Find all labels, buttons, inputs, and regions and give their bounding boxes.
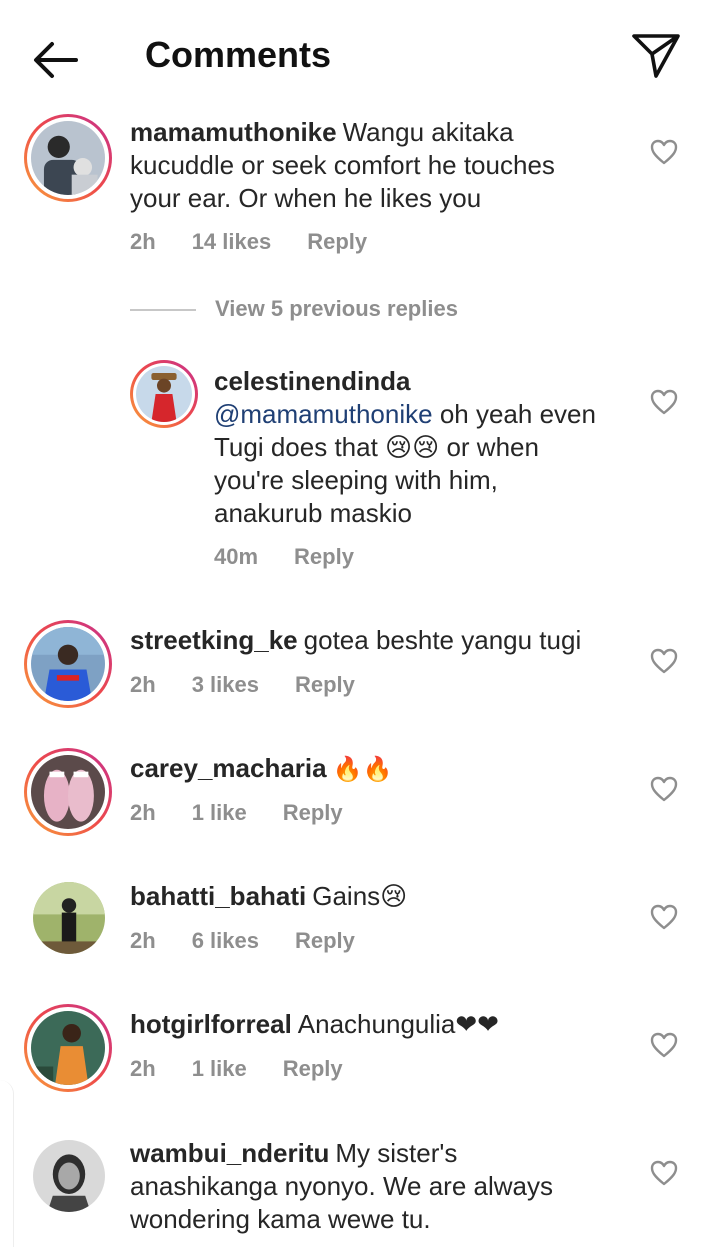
reply-mention[interactable]: @mamamuthonike xyxy=(214,399,433,429)
reply-button[interactable]: Reply xyxy=(283,1056,343,1081)
back-button[interactable] xyxy=(30,38,82,82)
comment-likes[interactable]: 14 likes xyxy=(192,229,272,254)
comment-time: 2h xyxy=(130,672,156,697)
comment-username[interactable]: bahatti_bahati xyxy=(130,881,306,911)
comment-likes[interactable]: 1 like xyxy=(192,1056,247,1081)
heart-icon[interactable] xyxy=(650,139,678,165)
avatar[interactable] xyxy=(24,620,112,708)
reply-button[interactable]: Reply xyxy=(307,229,367,254)
page-title: Comments xyxy=(145,34,332,75)
comment-text: bahatti_bahati Gains😢 xyxy=(130,880,620,913)
heart-icon[interactable] xyxy=(650,648,678,674)
comment-likes[interactable]: 3 likes xyxy=(192,672,259,697)
avatar[interactable] xyxy=(24,114,112,202)
comment-text: carey_macharia 🔥🔥 xyxy=(130,752,620,786)
comment-meta: 2h 1 like Reply xyxy=(130,800,379,826)
comment-likes[interactable]: 1 like xyxy=(192,800,247,825)
avatar[interactable] xyxy=(33,882,105,954)
reply-button[interactable]: Reply xyxy=(295,928,355,953)
comment-text: streetking_ke gotea beshte yangu tugi xyxy=(130,624,620,657)
comment-meta: 2h 3 likes Reply xyxy=(130,672,391,698)
avatar[interactable] xyxy=(33,1140,105,1212)
comment-body: Anachungulia❤❤ xyxy=(297,1009,499,1039)
comment-username[interactable]: mamamuthonike xyxy=(130,117,337,147)
comment-username[interactable]: wambui_nderitu xyxy=(130,1138,329,1168)
header: Comments xyxy=(0,0,720,112)
view-replies-label[interactable]: View 5 previous replies xyxy=(215,296,458,322)
comment-text: wambui_nderitu My sister's anashikanga ny… xyxy=(130,1137,610,1236)
comment-time: 2h xyxy=(130,229,156,254)
comment-username[interactable]: streetking_ke xyxy=(130,625,298,655)
reply-button[interactable]: Reply xyxy=(283,800,343,825)
comment-time: 2h xyxy=(130,800,156,825)
comment-meta: 2h 14 likes Reply xyxy=(130,229,403,255)
heart-icon[interactable] xyxy=(650,1032,678,1058)
comment-time: 2h xyxy=(130,928,156,953)
comment-username[interactable]: carey_macharia xyxy=(130,753,327,783)
comment-meta: 2h 1 like Reply xyxy=(130,1056,379,1082)
arrow-left-icon xyxy=(34,42,78,78)
edge-shadow xyxy=(0,1080,14,1247)
avatar[interactable] xyxy=(24,1004,112,1092)
comment-text: mamamuthonike Wangu akitaka kucuddle or s… xyxy=(130,116,610,215)
heart-icon[interactable] xyxy=(650,1160,678,1186)
heart-icon[interactable] xyxy=(650,776,678,802)
reply-username[interactable]: celestinendinda xyxy=(214,365,598,398)
reply-button[interactable]: Reply xyxy=(294,544,354,569)
comment-body: gotea beshte yangu tugi xyxy=(303,625,582,655)
reply-time: 40m xyxy=(214,544,259,569)
comment-meta: 2h 6 likes Reply xyxy=(130,928,391,954)
comment-username[interactable]: hotgirlforreal xyxy=(130,1009,292,1039)
comment-body: 🔥🔥 xyxy=(332,756,393,783)
reply-text: celestinendinda @mamamuthonike oh yeah ev… xyxy=(214,365,604,530)
avatar[interactable] xyxy=(24,748,112,836)
paper-plane-icon xyxy=(632,34,680,78)
avatar[interactable] xyxy=(130,360,198,428)
comment-likes[interactable]: 6 likes xyxy=(192,928,259,953)
comment-time: 2h xyxy=(130,1056,156,1081)
heart-icon[interactable] xyxy=(650,389,678,415)
reply-meta: 40m Reply xyxy=(214,544,390,570)
share-button[interactable] xyxy=(630,30,682,80)
reply-button[interactable]: Reply xyxy=(295,672,355,697)
divider xyxy=(130,309,196,311)
comment-body: Gains😢 xyxy=(312,881,408,911)
comment-text: hotgirlforreal Anachungulia❤❤ xyxy=(130,1008,620,1041)
heart-icon[interactable] xyxy=(650,904,678,930)
